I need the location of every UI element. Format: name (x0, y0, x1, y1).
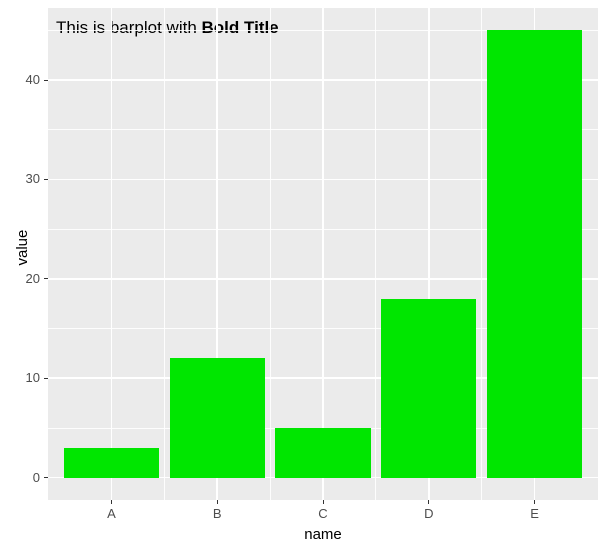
chart-title: This is barplot with Bold Title (56, 18, 279, 38)
chart-title-prefix: This is barplot with (56, 18, 202, 37)
x-tick-label: D (409, 506, 449, 521)
plot-panel: This is barplot with Bold Title (48, 8, 598, 500)
y-tick-label: 20 (0, 271, 40, 286)
gridline-v-minor (164, 8, 165, 500)
y-tick-mark (44, 80, 48, 81)
bar-E (487, 30, 582, 477)
chart-container: This is barplot with Bold Title 0 10 20 30 4… (0, 0, 606, 547)
gridline-v-minor (481, 8, 482, 500)
x-tick-label: C (303, 506, 343, 521)
gridline-v-minor (270, 8, 271, 500)
gridline-v-minor (375, 8, 376, 500)
x-axis-title-text: name (304, 526, 342, 543)
y-tick-mark (44, 179, 48, 180)
y-tick-label: 0 (0, 470, 40, 485)
x-tick-mark (428, 500, 429, 504)
y-tick-label: 40 (0, 72, 40, 87)
x-tick-mark (217, 500, 218, 504)
bar-D (381, 299, 476, 478)
bar-C (275, 428, 370, 478)
x-axis-title: name (293, 526, 353, 543)
x-tick-label: E (515, 506, 555, 521)
x-tick-mark (111, 500, 112, 504)
y-axis-title-text: value (14, 230, 31, 266)
y-tick-mark (44, 477, 48, 478)
x-tick-mark (534, 500, 535, 504)
x-tick-label: B (197, 506, 237, 521)
y-tick-label: 10 (0, 370, 40, 385)
bar-B (170, 358, 265, 477)
gridline-v-major (322, 8, 324, 500)
bar-A (64, 448, 159, 478)
gridline-v-major (111, 8, 113, 500)
y-tick-mark (44, 378, 48, 379)
x-tick-mark (323, 500, 324, 504)
y-tick-mark (44, 278, 48, 279)
y-axis-title: value (14, 230, 31, 266)
chart-title-bold: Bold Title (202, 18, 279, 37)
y-tick-label: 30 (0, 171, 40, 186)
x-tick-label: A (91, 506, 131, 521)
